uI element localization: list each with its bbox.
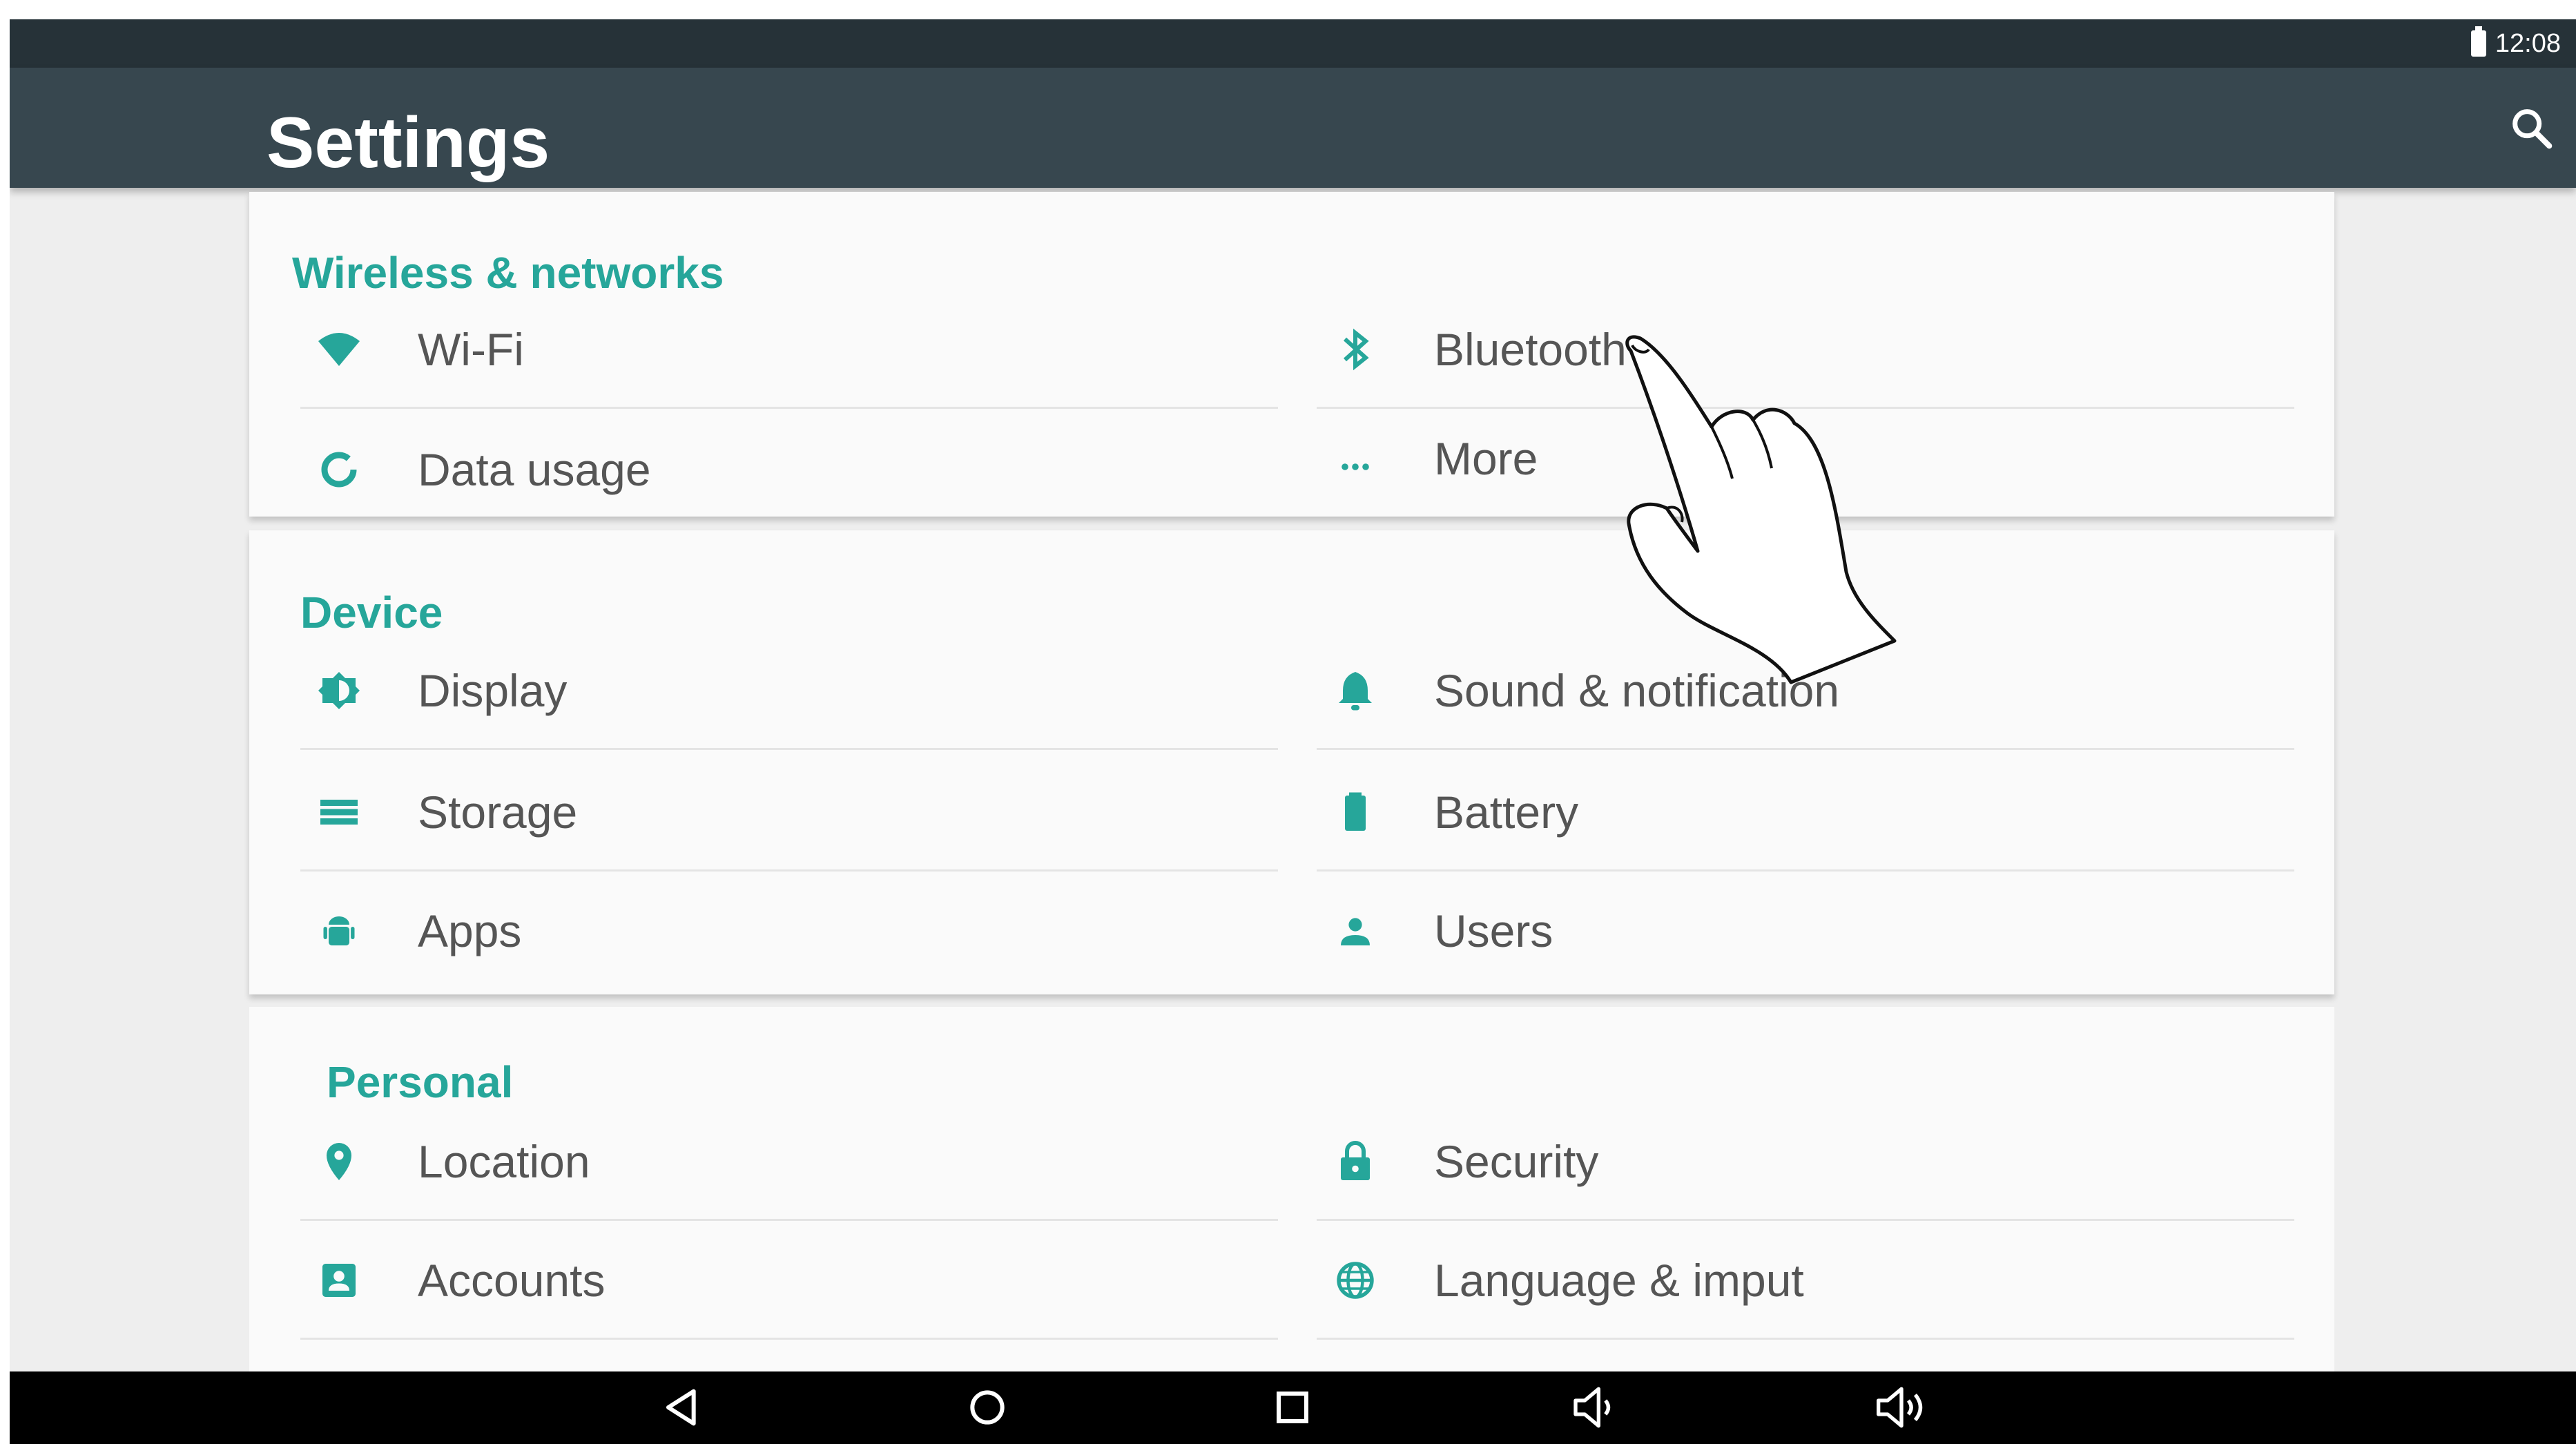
setting-label: Wi-Fi — [418, 324, 524, 375]
location-pin-icon — [314, 1137, 364, 1186]
display-brightness-icon — [314, 666, 364, 715]
setting-item-storage[interactable]: Storage — [300, 753, 1278, 872]
setting-label: Display — [418, 665, 568, 716]
volume-down-icon[interactable] — [1569, 1380, 1624, 1435]
setting-label: Language & imput — [1434, 1255, 1804, 1306]
setting-item-data-usage[interactable]: Data usage — [300, 410, 1278, 529]
setting-item-apps[interactable]: Apps — [300, 872, 1278, 990]
setting-item-location[interactable]: Location — [300, 1102, 1278, 1221]
action-bar: Settings — [10, 68, 2576, 188]
setting-item-language-input[interactable]: Language & imput — [1317, 1221, 2294, 1340]
setting-label: Battery — [1434, 787, 1579, 838]
bell-icon — [1330, 666, 1380, 715]
search-icon[interactable] — [2507, 104, 2555, 152]
personal-section: Personal Location Security Accounts Lang… — [249, 1007, 2334, 1371]
home-icon[interactable] — [960, 1380, 1015, 1435]
battery-icon — [1330, 787, 1380, 837]
wireless-networks-section: Wireless & networks Wi-Fi Bluetooth Data… — [249, 192, 2334, 517]
wifi-icon — [314, 325, 364, 374]
setting-item-sound-notification[interactable]: Sound & notification — [1317, 631, 2294, 750]
setting-item-wifi[interactable]: Wi-Fi — [300, 290, 1278, 409]
setting-label: Accounts — [418, 1255, 606, 1306]
section-title-personal: Personal — [327, 1057, 514, 1107]
setting-label: Sound & notification — [1434, 665, 1840, 716]
setting-item-bluetooth[interactable]: Bluetooth — [1317, 290, 2294, 409]
setting-item-accounts[interactable]: Accounts — [300, 1221, 1278, 1340]
volume-up-icon[interactable] — [1874, 1380, 1929, 1435]
bluetooth-icon — [1330, 325, 1380, 374]
person-icon — [1330, 906, 1380, 956]
battery-full-icon — [2471, 26, 2486, 57]
setting-item-users[interactable]: Users — [1317, 872, 2294, 990]
setting-label: Apps — [418, 905, 522, 956]
setting-label: Security — [1434, 1136, 1599, 1187]
data-usage-icon — [314, 445, 364, 494]
account-box-icon — [314, 1255, 364, 1305]
recents-icon[interactable] — [1265, 1380, 1320, 1435]
storage-icon — [314, 787, 364, 837]
setting-item-security[interactable]: Security — [1317, 1102, 2294, 1221]
setting-item-more[interactable]: More — [1317, 399, 2294, 518]
setting-label: Location — [418, 1136, 590, 1187]
android-icon — [314, 906, 364, 956]
setting-label: Storage — [418, 787, 578, 838]
globe-icon — [1330, 1255, 1380, 1305]
more-icon — [1330, 434, 1380, 483]
back-icon[interactable] — [655, 1380, 710, 1435]
setting-label: Users — [1434, 905, 1553, 956]
setting-label: Data usage — [418, 444, 651, 495]
status-bar: 12:08 — [10, 19, 2576, 68]
setting-label: Bluetooth — [1434, 324, 1627, 375]
section-title-device: Device — [300, 588, 443, 637]
setting-item-battery[interactable]: Battery — [1317, 753, 2294, 872]
setting-item-display[interactable]: Display — [300, 631, 1278, 750]
status-time: 12:08 — [2495, 29, 2561, 58]
page-title: Settings — [267, 103, 550, 183]
navigation-bar — [10, 1371, 2576, 1444]
lock-icon — [1330, 1137, 1380, 1186]
setting-label: More — [1434, 433, 1538, 484]
android-screen: 12:08 Settings Wireless & networks Wi-Fi… — [10, 19, 2576, 1444]
device-section: Device Display Sound & notification Stor… — [249, 530, 2334, 994]
